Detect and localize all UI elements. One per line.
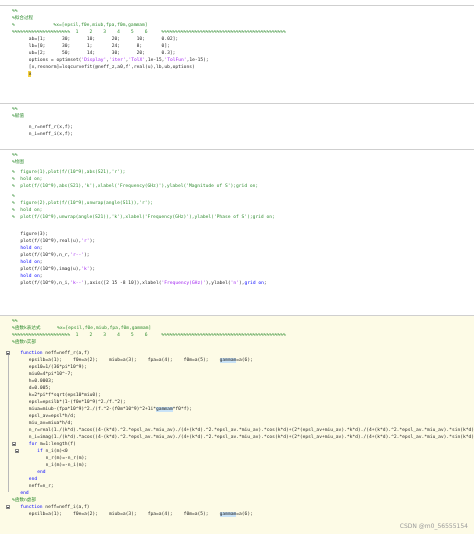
cell-divider (0, 5, 474, 6)
code-line[interactable]: neff=n_r; (0, 483, 474, 490)
code-line[interactable]: % plot(f/(10^9),abs(S21),'k'),xlabel('Fr… (0, 183, 474, 190)
code-line[interactable]: %% (0, 106, 474, 113)
cell-divider (0, 149, 474, 150)
code-line[interactable]: epsl=epsilb*(1-(f0e*10^9)^2./f.^2); (0, 399, 474, 406)
code-line[interactable]: % figure(2),plot(f/(10^9),unwrap(angle(S… (0, 200, 474, 207)
code-line[interactable]: ab=[1; 30; 10; 20; 10; 0.02]; (0, 36, 474, 43)
code-line[interactable]: for m=1:length(f) (0, 441, 474, 448)
code-line[interactable]: epsilb=a(1); f0e=a(2); miub=a(3); fpa=a(… (0, 511, 474, 518)
code-line[interactable]: n_r=real(1./(k*d).*acos((4-(k*d).^2.*eps… (0, 427, 474, 434)
code-line[interactable]: %%%%%%%%%%%%%%%%%%%%% 1 2 3 4 5 6 %%%%%%… (0, 332, 474, 339)
code-line[interactable]: x (0, 71, 474, 78)
code-line[interactable]: function neff=neff_r(a,f) (0, 350, 474, 357)
code-line[interactable]: ub=[2; 50; 14; 30; 20; 0.3]; (0, 50, 474, 57)
code-line[interactable]: %函数n虚部 (0, 497, 474, 504)
code-line[interactable]: %% (0, 152, 474, 159)
code-line[interactable]: [x,resnorm]=lsqcurvefit(@neff_z,a0,f',re… (0, 64, 474, 71)
watermark: CSDN @m0_56555154 (399, 523, 468, 530)
code-line[interactable]: % %x=[epsil,f0e,miub,fpa,f0m,gammam] (0, 22, 474, 29)
code-line[interactable]: epsl_av=epsl*h/d; (0, 413, 474, 420)
code-editor[interactable]: %% %拟合过程% %x=[epsil,f0e,miub,fpa,f0m,gamm… (0, 0, 474, 534)
code-line[interactable]: n_r(m)=-n_r(m); (0, 455, 474, 462)
code-line[interactable]: %函数k表达式 %x=[epsil,f0e,miub,fpa,f0m,gamma… (0, 325, 474, 332)
code-line[interactable]: end (0, 469, 474, 476)
code-line[interactable]: %% (0, 8, 474, 15)
code-line[interactable]: plot(f/(10^9),n_r,'r--'); (0, 252, 474, 259)
code-line[interactable]: hold on; (0, 273, 474, 280)
code-line[interactable]: n_r=neff_r(x,f); (0, 124, 474, 131)
code-line[interactable]: end (0, 490, 474, 497)
code-line[interactable]: % figure(1),plot(f/(10^9),abs(S21),'r'); (0, 169, 474, 176)
code-line[interactable]: function neff=neff_i(a,f) (0, 504, 474, 511)
code-line[interactable]: n_i=imag(1./(k*d).*acos((4-(k*d).^2.*eps… (0, 434, 474, 441)
code-line[interactable]: %绘图 (0, 159, 474, 166)
code-line[interactable]: plot(f/(10^9),n_i,'k--'),axis([2 15 -8 1… (0, 280, 474, 287)
code-line[interactable]: eps10=1/(36*pi*10^9); (0, 364, 474, 371)
code-line[interactable]: % (0, 193, 474, 200)
cell-divider (0, 103, 474, 104)
code-line[interactable]: %赋值 (0, 113, 474, 120)
code-line[interactable]: n_i=neff_i(x,f); (0, 131, 474, 138)
code-line[interactable]: % hold on; (0, 207, 474, 214)
code-line[interactable]: d=0.005; (0, 385, 474, 392)
code-line[interactable]: % hold on; (0, 176, 474, 183)
code-line[interactable]: %函数n实部 (0, 339, 474, 346)
code-line[interactable]: %% (0, 318, 474, 325)
code-line[interactable]: end (0, 476, 474, 483)
code-line[interactable]: miua=miub-(fpa*10^9)^2./(f.^2-(f0m*10^9)… (0, 406, 474, 413)
code-line[interactable]: plot(f/(10^9),imag(u),'k'); (0, 266, 474, 273)
code-line[interactable]: if n_i(m)<0 (0, 448, 474, 455)
code-line[interactable]: lb=[0; 30; 1; 24; 8; 0]; (0, 43, 474, 50)
code-line[interactable]: epsilb=a(1); f0e=a(2); miub=a(3); fpa=a(… (0, 357, 474, 364)
code-line[interactable]: h=0.0003; (0, 378, 474, 385)
code-line[interactable]: miu_av=miua*h/d; (0, 420, 474, 427)
code-line[interactable]: hold on; (0, 259, 474, 266)
code-line[interactable]: miu0=4*pi*10^-7; (0, 371, 474, 378)
code-line[interactable]: k=2*pi*f*sqrt(eps10*miu0); (0, 392, 474, 399)
code-line[interactable]: n_i(m)=-n_i(m); (0, 462, 474, 469)
code-line[interactable]: hold on; (0, 245, 474, 252)
code-line[interactable]: figure(3); (0, 231, 474, 238)
code-line[interactable]: %拟合过程 (0, 15, 474, 22)
code-line[interactable]: % plot(f/(10^9),unwrap(angle(S21)),'k'),… (0, 214, 474, 221)
code-line[interactable]: options = optimset('Display','iter','Tol… (0, 57, 474, 64)
code-line[interactable]: %%%%%%%%%%%%%%%%%%%%% 1 2 3 4 5 6 %%%%%%… (0, 29, 474, 36)
code-line[interactable]: plot(f/(10^9),real(u),'r'); (0, 238, 474, 245)
